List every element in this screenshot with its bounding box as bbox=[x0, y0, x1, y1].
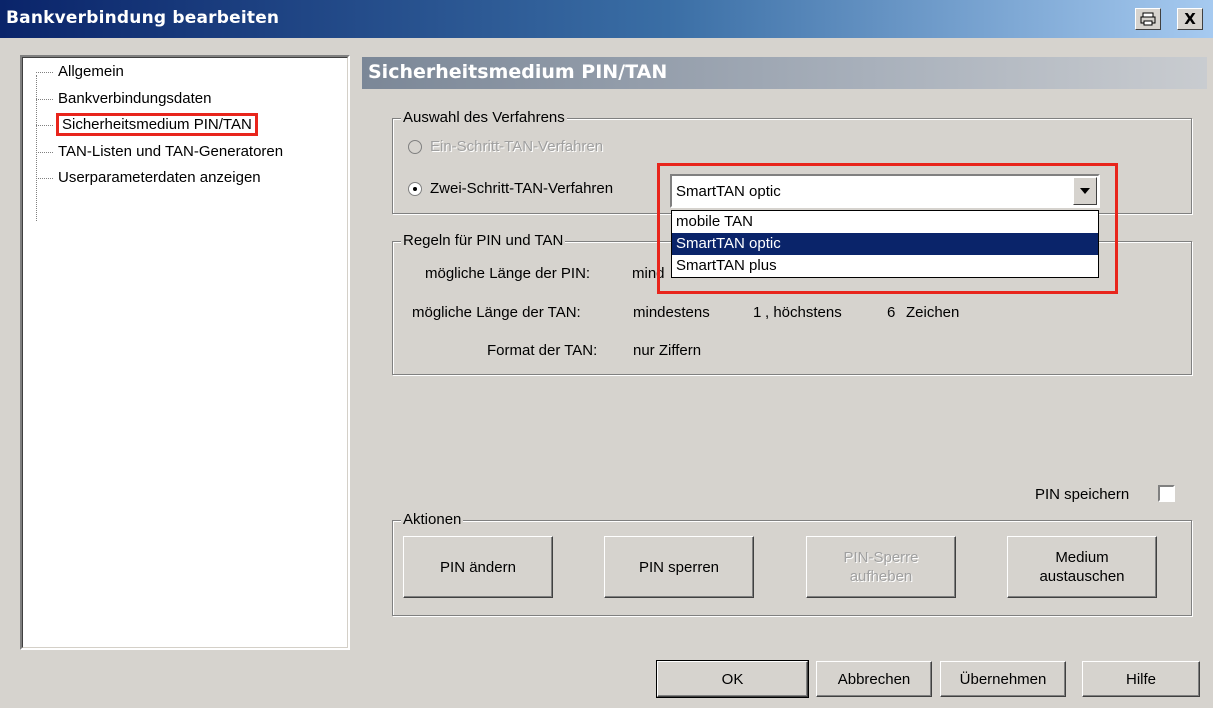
dropdown-option[interactable]: SmartTAN plus bbox=[672, 255, 1098, 277]
aktionen-legend: Aktionen bbox=[401, 511, 464, 529]
close-button[interactable]: X bbox=[1177, 8, 1203, 30]
dropdown-option-highlighted[interactable]: SmartTAN optic bbox=[672, 233, 1098, 255]
tan-unit: Zeichen bbox=[906, 304, 960, 321]
tree-item-label: Bankverbindungsdaten bbox=[58, 90, 212, 107]
tan-min-value: 1 bbox=[753, 304, 762, 321]
tree-item-bankverbindungsdaten[interactable]: Bankverbindungsdaten bbox=[36, 88, 213, 110]
pin-sperre-aufheben-button: PIN-Sperre aufheben bbox=[806, 536, 956, 598]
ok-button[interactable]: OK bbox=[656, 660, 809, 698]
radio-indicator bbox=[408, 181, 422, 196]
tan-max-value: 6 bbox=[887, 304, 896, 321]
tan-format-label: Format der TAN: bbox=[487, 342, 598, 359]
tan-max-word: , höchstens bbox=[765, 304, 842, 321]
radio-zwei-schritt[interactable]: Zwei-Schritt-TAN-Verfahren bbox=[408, 180, 613, 197]
tan-format-value: nur Ziffern bbox=[633, 342, 702, 359]
regeln-legend: Regeln für PIN und TAN bbox=[401, 232, 566, 250]
pin-length-value: mind bbox=[632, 265, 665, 282]
tree-item-label: Sicherheitsmedium PIN/TAN bbox=[56, 113, 258, 136]
radio-label: Ein-Schritt-TAN-Verfahren bbox=[430, 138, 604, 155]
pin-aendern-button[interactable]: PIN ändern bbox=[403, 536, 553, 598]
navigation-tree[interactable]: Allgemein Bankverbindungsdaten Sicherhei… bbox=[20, 55, 350, 650]
tree-item-userparameterdaten[interactable]: Userparameterdaten anzeigen bbox=[36, 167, 263, 189]
abbrechen-button[interactable]: Abbrechen bbox=[816, 661, 932, 697]
section-title: Sicherheitsmedium PIN/TAN bbox=[362, 57, 1207, 89]
tree-item-allgemein[interactable]: Allgemein bbox=[36, 61, 126, 83]
window-title: Bankverbindung bearbeiten bbox=[6, 8, 280, 28]
radio-label: Zwei-Schritt-TAN-Verfahren bbox=[430, 180, 614, 197]
tan-verfahren-dropdown[interactable]: mobile TAN SmartTAN optic SmartTAN plus bbox=[671, 210, 1099, 278]
pin-speichern-checkbox[interactable] bbox=[1158, 485, 1175, 502]
printer-icon[interactable] bbox=[1135, 8, 1161, 30]
pin-speichern-label: PIN speichern bbox=[1035, 486, 1130, 503]
medium-austauschen-button[interactable]: Medium austauschen bbox=[1007, 536, 1157, 598]
tree-item-label: Userparameterdaten anzeigen bbox=[58, 169, 261, 186]
radio-ein-schritt: Ein-Schritt-TAN-Verfahren bbox=[408, 138, 603, 155]
tan-length-label: mögliche Länge der TAN: bbox=[412, 304, 581, 321]
tree-item-sicherheitsmedium[interactable]: Sicherheitsmedium PIN/TAN bbox=[36, 113, 258, 136]
tree-item-label: TAN-Listen und TAN-Generatoren bbox=[58, 143, 284, 160]
radio-indicator bbox=[408, 139, 422, 154]
tan-verfahren-select[interactable]: SmartTAN optic bbox=[670, 174, 1100, 208]
chevron-down-icon[interactable] bbox=[1073, 177, 1097, 205]
uebernehmen-button[interactable]: Übernehmen bbox=[940, 661, 1066, 697]
pin-sperren-button[interactable]: PIN sperren bbox=[604, 536, 754, 598]
window-titlebar: Bankverbindung bearbeiten X bbox=[0, 0, 1213, 38]
pin-length-label: mögliche Länge der PIN: bbox=[425, 265, 591, 282]
tree-item-tan-listen[interactable]: TAN-Listen und TAN-Generatoren bbox=[36, 141, 285, 163]
verfahren-legend: Auswahl des Verfahrens bbox=[401, 109, 567, 127]
select-value: SmartTAN optic bbox=[676, 183, 781, 200]
tree-item-label: Allgemein bbox=[58, 63, 124, 80]
hilfe-button[interactable]: Hilfe bbox=[1082, 661, 1200, 697]
dropdown-option[interactable]: mobile TAN bbox=[672, 211, 1098, 233]
tan-min-word: mindestens bbox=[633, 304, 710, 321]
